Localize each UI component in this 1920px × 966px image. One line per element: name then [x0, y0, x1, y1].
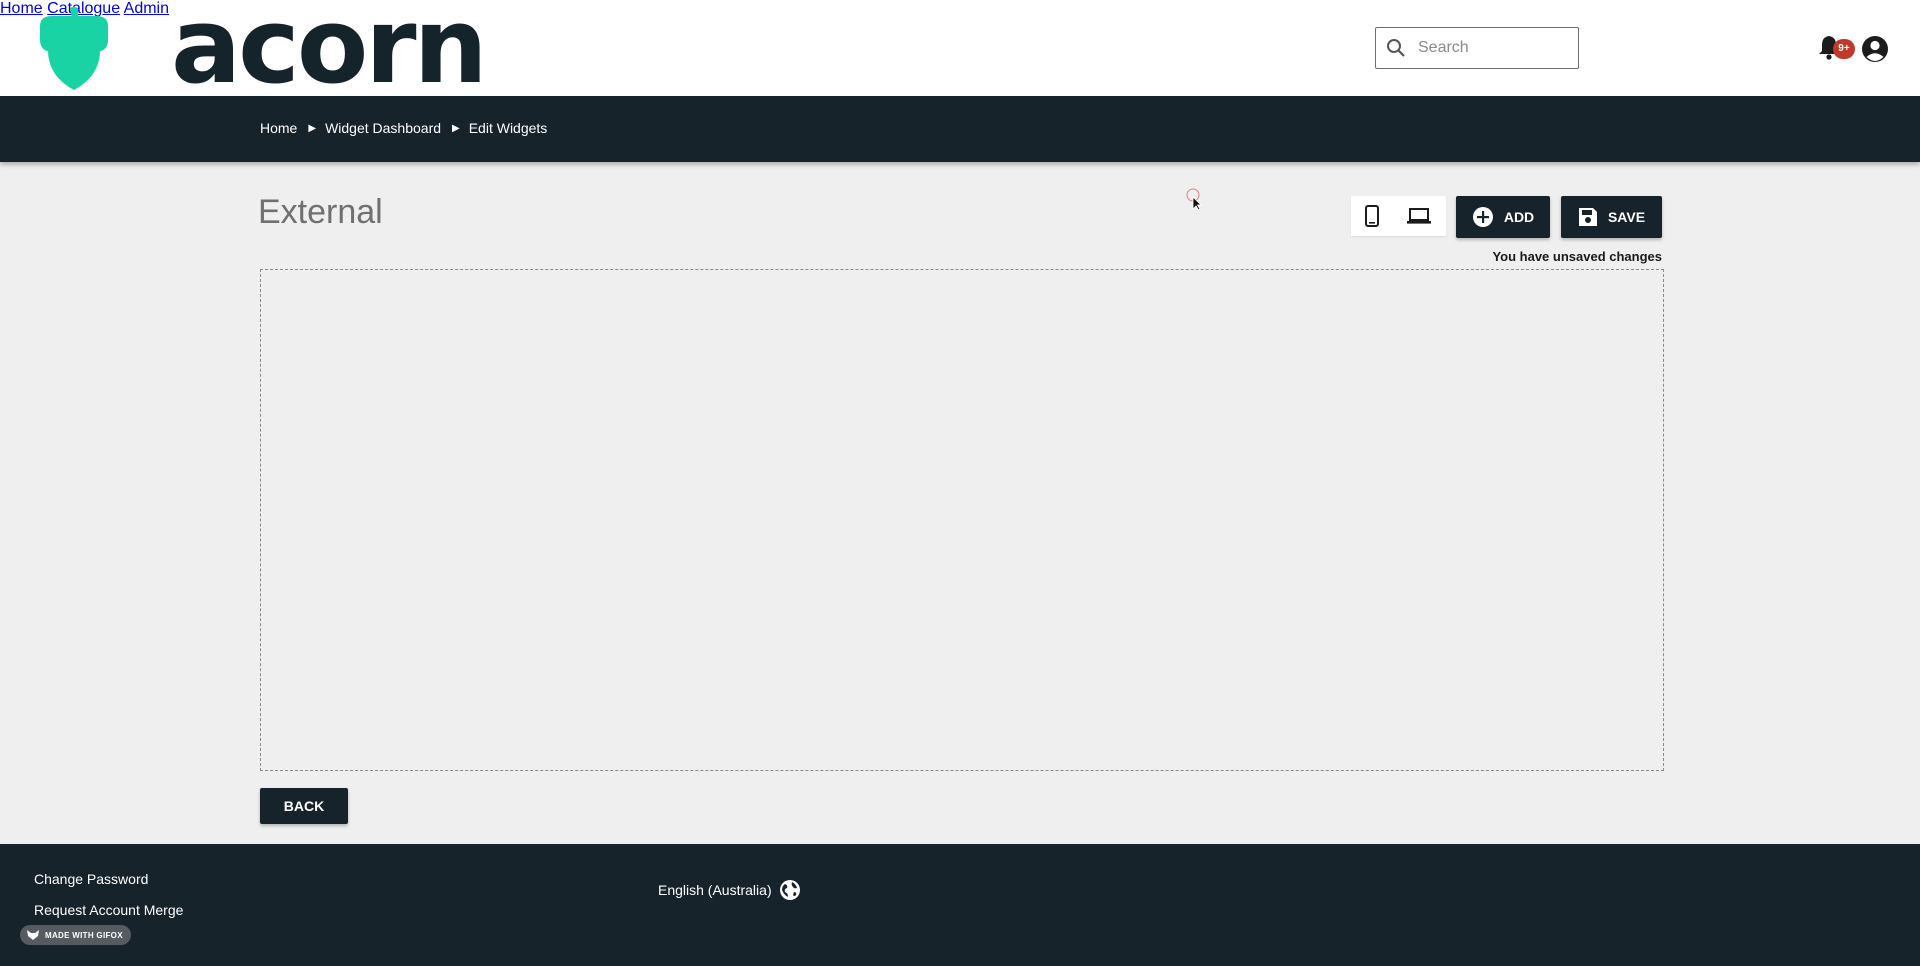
breadcrumb-separator-icon: ▶ — [452, 122, 460, 134]
language-label: English (Australia) — [658, 882, 772, 898]
save-icon — [1578, 208, 1597, 226]
breadcrumb-current: Edit Widgets — [468, 120, 548, 136]
add-circle-icon — [1472, 207, 1493, 227]
account-circle-icon[interactable] — [1861, 35, 1889, 63]
widget-drop-zone[interactable] — [260, 269, 1664, 771]
acorn-logo-icon — [40, 7, 108, 90]
add-button-label: ADD — [1503, 209, 1535, 225]
back-button-label: BACK — [283, 798, 325, 814]
breadcrumb-separator-icon: ▶ — [308, 122, 317, 134]
language-selector[interactable]: English (Australia) — [658, 879, 801, 901]
breadcrumb-home[interactable]: Home — [260, 120, 297, 136]
breadcrumb: Home ▶ Widget Dashboard ▶ Edit Widgets — [260, 120, 547, 136]
acorn-logo[interactable]: acorn — [36, 0, 488, 98]
notification-badge: 9+ — [1833, 39, 1855, 59]
gifox-watermark: MADE WITH GIFOX — [20, 925, 131, 945]
back-button[interactable]: BACK — [260, 788, 348, 824]
change-password-link[interactable]: Change Password — [34, 871, 148, 887]
nav-admin[interactable]: Admin — [124, 0, 169, 17]
top-header: acorn Home Catalogue Admin 9+ — [0, 0, 1920, 98]
gifox-watermark-text: MADE WITH GIFOX — [45, 930, 123, 940]
unsaved-changes-notice: You have unsaved changes — [1492, 249, 1662, 264]
acorn-wordmark: acorn — [171, 0, 488, 107]
footer: Change Password Request Account Merge En… — [0, 844, 1920, 966]
breadcrumb-bar: Home ▶ Widget Dashboard ▶ Edit Widgets — [0, 96, 1920, 162]
save-button[interactable]: SAVE — [1561, 196, 1662, 238]
device-preview-toggle — [1351, 196, 1446, 236]
gifox-logo-icon — [27, 930, 39, 940]
search-box[interactable] — [1375, 27, 1579, 69]
laptop-icon[interactable] — [1406, 207, 1432, 225]
page-title: External — [258, 193, 383, 231]
add-widget-button[interactable]: ADD — [1456, 196, 1550, 238]
mouse-cursor-icon — [1186, 188, 1202, 210]
breadcrumb-widget-dashboard[interactable]: Widget Dashboard — [325, 120, 441, 136]
globe-icon — [779, 880, 800, 900]
request-account-merge-link[interactable]: Request Account Merge — [34, 902, 183, 918]
save-button-label: SAVE — [1607, 209, 1646, 225]
search-input[interactable] — [1416, 38, 1556, 58]
search-icon — [1387, 39, 1405, 57]
mobile-icon[interactable] — [1364, 205, 1379, 227]
